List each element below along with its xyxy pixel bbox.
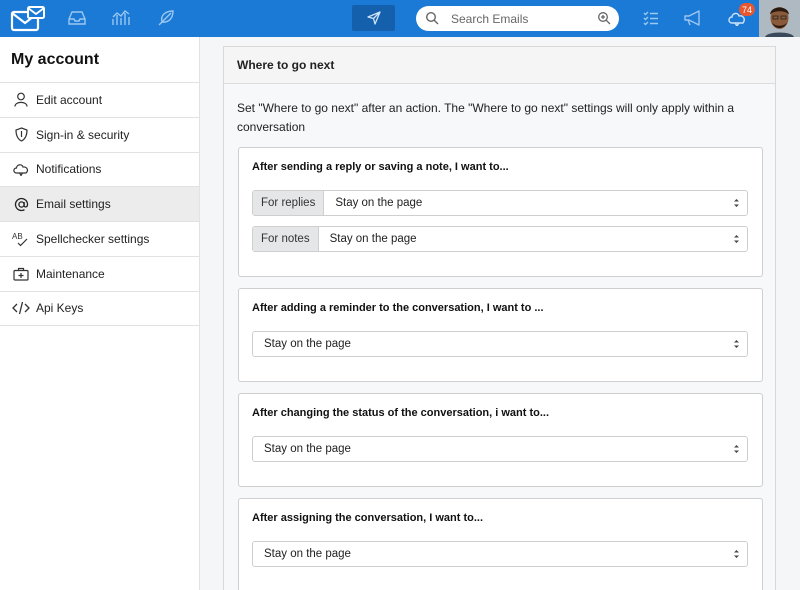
after-reply-card: After sending a reply or saving a note, … <box>238 147 763 277</box>
sidebar-item-api-keys[interactable]: Api Keys <box>0 290 199 326</box>
search-box <box>416 6 619 31</box>
notification-badge: 74 <box>739 3 755 16</box>
sidebar-item-label: Sign-in & security <box>36 127 130 142</box>
search-icon <box>425 11 439 25</box>
card-title: After changing the status of the convers… <box>252 407 550 419</box>
sidebar-item-label: Edit account <box>36 92 103 107</box>
send-icon <box>366 11 381 25</box>
sidebar-item-sign-in-security[interactable]: Sign-in & security <box>0 116 199 152</box>
card-title: After assigning the conversation, I want… <box>252 512 484 524</box>
after-assign-card: After assigning the conversation, I want… <box>238 498 763 590</box>
select-value: Stay on the page <box>264 443 351 455</box>
after-assign-select[interactable]: Stay on the page <box>252 541 748 567</box>
user-icon <box>12 91 30 109</box>
code-icon <box>12 299 30 317</box>
sidebar-item-label: Api Keys <box>36 301 84 316</box>
panel-description: Set "Where to go next" after an action. … <box>237 101 735 134</box>
panel-title: Where to go next <box>224 47 775 84</box>
sidebar-item-email-settings[interactable]: Email settings <box>0 186 199 222</box>
svg-text:AB: AB <box>12 232 23 241</box>
after-status-change-card: After changing the status of the convers… <box>238 393 763 487</box>
card-title: After sending a reply or saving a note, … <box>252 161 509 173</box>
sidebar-item-maintenance[interactable]: Maintenance <box>0 255 199 291</box>
select-value: Stay on the page <box>329 233 417 245</box>
select-prefix: For notes <box>253 227 319 251</box>
user-avatar[interactable] <box>759 0 800 37</box>
main-content: Where to go next Set "Where to go next" … <box>201 37 800 590</box>
select-value: Stay on the page <box>264 338 351 350</box>
sidebar-item-edit-account[interactable]: Edit account <box>0 82 199 117</box>
send-button[interactable] <box>352 5 395 31</box>
where-to-go-next-panel: Where to go next Set "Where to go next" … <box>223 46 776 590</box>
sidebar-item-spellchecker-settings[interactable]: AB Spellchecker settings <box>0 221 199 256</box>
megaphone-icon[interactable] <box>683 8 703 28</box>
zoom-icon[interactable] <box>597 11 611 25</box>
select-arrows-icon <box>734 340 739 348</box>
spellcheck-icon: AB <box>12 230 30 248</box>
after-reminder-select[interactable]: Stay on the page <box>252 331 748 357</box>
select-value: Stay on the page <box>335 197 423 209</box>
for-notes-select[interactable]: For notes Stay on the page <box>252 226 748 252</box>
select-arrows-icon <box>734 235 739 243</box>
reports-icon[interactable] <box>111 8 131 28</box>
feather-icon[interactable] <box>156 8 176 28</box>
sidebar-item-label: Spellchecker settings <box>36 232 150 247</box>
medkit-icon <box>12 265 30 283</box>
at-icon <box>12 195 30 213</box>
sidebar-item-label: Email settings <box>36 197 111 212</box>
select-value: Stay on the page <box>264 548 351 560</box>
inbox-icon[interactable] <box>67 8 87 28</box>
select-arrows-icon <box>734 550 739 558</box>
sidebar-item-label: Notifications <box>36 162 102 177</box>
sidebar-menu: Edit account Sign-in & security Notifica… <box>0 82 199 326</box>
after-status-change-select[interactable]: Stay on the page <box>252 436 748 462</box>
select-arrows-icon <box>734 445 739 453</box>
for-replies-select[interactable]: For replies Stay on the page <box>252 190 748 216</box>
cloud-bell-icon <box>12 160 30 178</box>
shield-icon <box>12 126 30 144</box>
sidebar-title: My account <box>11 51 100 68</box>
mail-logo-icon[interactable] <box>10 5 46 33</box>
card-title: After adding a reminder to the conversat… <box>252 302 544 314</box>
after-reminder-card: After adding a reminder to the conversat… <box>238 288 763 382</box>
select-prefix: For replies <box>253 191 325 215</box>
sidebar: My account Edit account Sign-in & securi… <box>0 37 200 590</box>
top-bar: 74 <box>0 0 800 37</box>
sidebar-item-notifications[interactable]: Notifications <box>0 151 199 187</box>
sidebar-item-label: Maintenance <box>36 266 105 281</box>
tasks-icon[interactable] <box>641 8 661 28</box>
select-arrows-icon <box>734 199 739 207</box>
search-input[interactable] <box>451 9 596 28</box>
